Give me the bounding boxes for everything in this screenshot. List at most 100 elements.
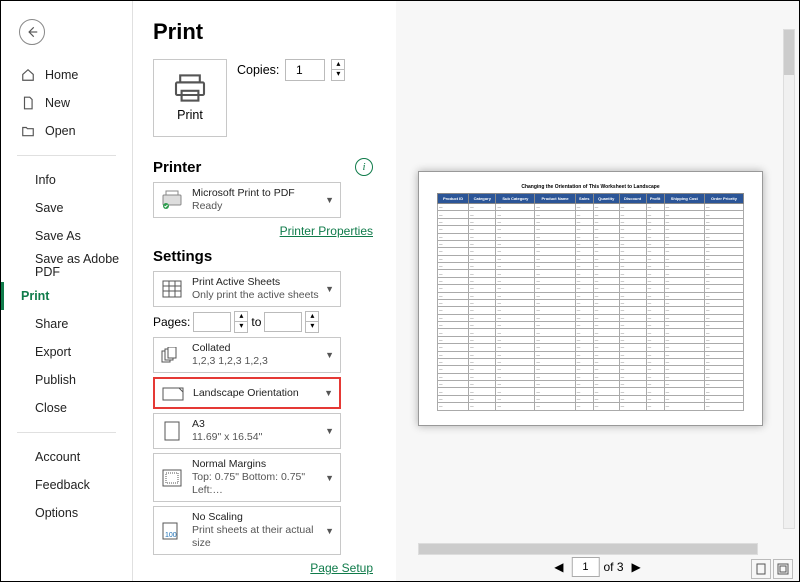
table-row: —————————— (438, 322, 744, 329)
copies-input[interactable] (285, 59, 325, 81)
nav-save-as[interactable]: Save As (1, 222, 132, 250)
nav-account[interactable]: Account (1, 443, 132, 471)
table-row: —————————— (438, 366, 744, 373)
table-header: Product Name (535, 194, 575, 204)
nav-share[interactable]: Share (1, 310, 132, 338)
copies-spinner[interactable]: ▴▾ (331, 59, 345, 81)
back-button[interactable] (19, 19, 45, 45)
current-page-input[interactable] (571, 557, 599, 577)
chevron-down-icon: ▼ (325, 195, 334, 205)
printer-icon (173, 74, 207, 102)
table-header: Order Priority (704, 194, 743, 204)
sheets-icon (160, 279, 184, 299)
vertical-scrollbar[interactable] (783, 29, 795, 529)
copies-control: Copies: ▴▾ (237, 59, 345, 81)
prev-page-button[interactable]: ◀ (550, 560, 567, 574)
print-button-label: Print (177, 108, 203, 122)
settings-section-title: Settings (153, 248, 373, 265)
nav-save[interactable]: Save (1, 194, 132, 222)
nav-home[interactable]: Home (1, 61, 132, 89)
next-page-button[interactable]: ▶ (628, 560, 645, 574)
table-row: —————————— (438, 285, 744, 292)
nav-feedback[interactable]: Feedback (1, 471, 132, 499)
table-row: —————————— (438, 307, 744, 314)
page-navigator: ◀ of 3 ▶ (550, 557, 644, 577)
chevron-down-icon: ▼ (324, 388, 333, 398)
table-header: Quantity (593, 194, 619, 204)
chevron-down-icon: ▼ (325, 526, 334, 536)
open-icon (21, 124, 37, 138)
svg-text:100: 100 (165, 532, 177, 539)
margins-selector[interactable]: Normal MarginsTop: 0.75" Bottom: 0.75" L… (153, 453, 341, 502)
printer-info-icon[interactable]: i (355, 158, 373, 176)
table-header: Product ID (438, 194, 469, 204)
collated-icon (160, 345, 184, 365)
paper-icon (160, 421, 184, 441)
table-row: —————————— (438, 351, 744, 358)
scaling-selector[interactable]: 100 No ScalingPrint sheets at their actu… (153, 506, 341, 555)
horizontal-scrollbar[interactable] (418, 543, 758, 555)
paper-size-selector[interactable]: A311.69" x 16.54" ▼ (153, 413, 341, 449)
zoom-page-icon (755, 563, 767, 575)
back-arrow-icon (25, 25, 39, 39)
pages-to-spinner[interactable]: ▴▾ (305, 311, 319, 333)
nav-export[interactable]: Export (1, 338, 132, 366)
nav-close[interactable]: Close (1, 394, 132, 422)
table-header: Shipping Cost (664, 194, 704, 204)
table-row: —————————— (438, 240, 744, 247)
table-row: —————————— (438, 358, 744, 365)
divider (17, 155, 116, 156)
pages-range: Pages: ▴▾ to ▴▾ (153, 311, 373, 333)
printer-device-icon (160, 190, 184, 210)
orientation-selector[interactable]: Landscape Orientation ▼ (153, 377, 341, 409)
scrollbar-thumb[interactable] (419, 544, 757, 554)
table-row: —————————— (438, 314, 744, 321)
nav-info[interactable]: Info (1, 166, 132, 194)
new-icon (21, 96, 37, 110)
table-row: —————————— (438, 381, 744, 388)
print-button[interactable]: Print (153, 59, 227, 137)
printer-properties-link[interactable]: Printer Properties (280, 224, 373, 238)
print-preview-area: Changing the Orientation of This Workshe… (396, 1, 799, 581)
table-row: —————————— (438, 226, 744, 233)
table-row: —————————— (438, 292, 744, 299)
chevron-down-icon: ▼ (325, 473, 334, 483)
table-header: Sub Category (496, 194, 535, 204)
table-header: Sales (575, 194, 593, 204)
print-panel: Print Print Copies: ▴▾ Printer i Microso… (141, 1, 381, 579)
scrollbar-thumb[interactable] (784, 30, 794, 75)
print-what-selector[interactable]: Print Active SheetsOnly print the active… (153, 271, 341, 307)
table-row: —————————— (438, 395, 744, 402)
chevron-down-icon: ▼ (325, 350, 334, 360)
printer-name: Microsoft Print to PDF (192, 187, 334, 200)
spinner-down-icon[interactable]: ▾ (332, 70, 344, 80)
table-row: —————————— (438, 336, 744, 343)
pages-to-input[interactable] (264, 312, 302, 332)
table-row: —————————— (438, 373, 744, 380)
nav-save-adobe-pdf[interactable]: Save as Adobe PDF (1, 250, 132, 282)
margins-icon (160, 468, 184, 488)
nav-publish[interactable]: Publish (1, 366, 132, 394)
table-row: —————————— (438, 299, 744, 306)
zoom-to-page-button[interactable] (751, 559, 771, 579)
table-row: —————————— (438, 218, 744, 225)
show-margins-button[interactable] (773, 559, 793, 579)
margins-toggle-icon (777, 563, 789, 575)
pages-from-spinner[interactable]: ▴▾ (234, 311, 248, 333)
nav-label: New (45, 96, 70, 110)
preview-table: Product IDCategorySub CategoryProduct Na… (437, 193, 744, 411)
nav-options[interactable]: Options (1, 499, 132, 527)
pages-from-input[interactable] (193, 312, 231, 332)
chevron-down-icon: ▼ (325, 284, 334, 294)
nav-new[interactable]: New (1, 89, 132, 117)
page-setup-link[interactable]: Page Setup (310, 561, 373, 575)
nav-open[interactable]: Open (1, 117, 132, 145)
landscape-icon (161, 383, 185, 403)
preview-document-title: Changing the Orientation of This Workshe… (437, 184, 744, 190)
collation-selector[interactable]: Collated1,2,3 1,2,3 1,2,3 ▼ (153, 337, 341, 373)
table-row: —————————— (438, 204, 744, 211)
nav-print[interactable]: Print (1, 282, 132, 310)
nav-label: Home (45, 68, 78, 82)
printer-selector[interactable]: Microsoft Print to PDF Ready ▼ (153, 182, 341, 218)
table-row: —————————— (438, 329, 744, 336)
